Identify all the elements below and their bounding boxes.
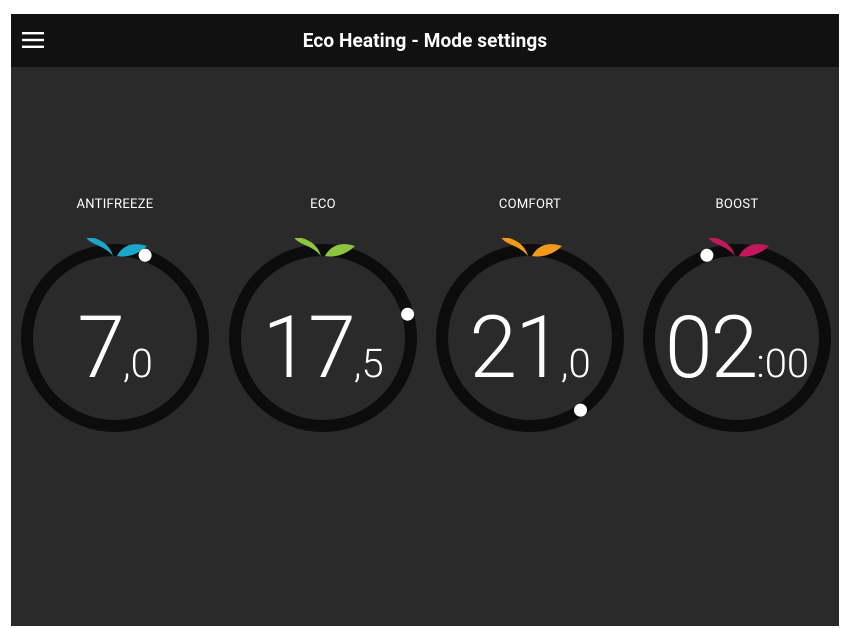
setpoint-value-comfort: 21,0 xyxy=(430,303,630,393)
setpoint-major: 17 xyxy=(262,297,355,398)
app-bar: Eco Heating - Mode settings xyxy=(11,14,839,67)
mode-dial-boost[interactable]: BOOST 02:00 xyxy=(637,197,837,447)
mode-label-antifreeze: ANTIFREEZE xyxy=(76,197,154,212)
setpoint-minor: ,5 xyxy=(353,340,384,387)
setpoint-major: 7 xyxy=(77,297,125,398)
app-screen: Eco Heating - Mode settings ANTIFREEZE 7… xyxy=(11,14,839,626)
setpoint-minor: ,0 xyxy=(122,340,153,387)
dial-knob[interactable] xyxy=(138,248,152,262)
setpoint-value-antifreeze: 7,0 xyxy=(15,303,215,393)
dial-knob[interactable] xyxy=(700,248,714,262)
setpoint-major: 21 xyxy=(469,297,562,398)
setpoint-value-boost: 02:00 xyxy=(637,303,837,393)
mode-label-boost: BOOST xyxy=(715,197,759,212)
mode-label-eco: ECO xyxy=(310,197,336,212)
mode-dial-antifreeze[interactable]: ANTIFREEZE 7,0 xyxy=(15,197,215,447)
page-title: Eco Heating - Mode settings xyxy=(302,29,548,52)
setpoint-major: 02 xyxy=(664,297,758,398)
setpoint-value-eco: 17,5 xyxy=(223,303,423,393)
mode-dial-comfort[interactable]: COMFORT 21,0 xyxy=(430,197,630,447)
dial-knob[interactable] xyxy=(574,403,587,417)
setpoint-minor: ,0 xyxy=(560,340,591,387)
mode-dial-eco[interactable]: ECO 17,5 xyxy=(223,197,423,447)
mode-label-comfort: COMFORT xyxy=(498,197,562,212)
setpoint-minor: :00 xyxy=(756,340,810,387)
